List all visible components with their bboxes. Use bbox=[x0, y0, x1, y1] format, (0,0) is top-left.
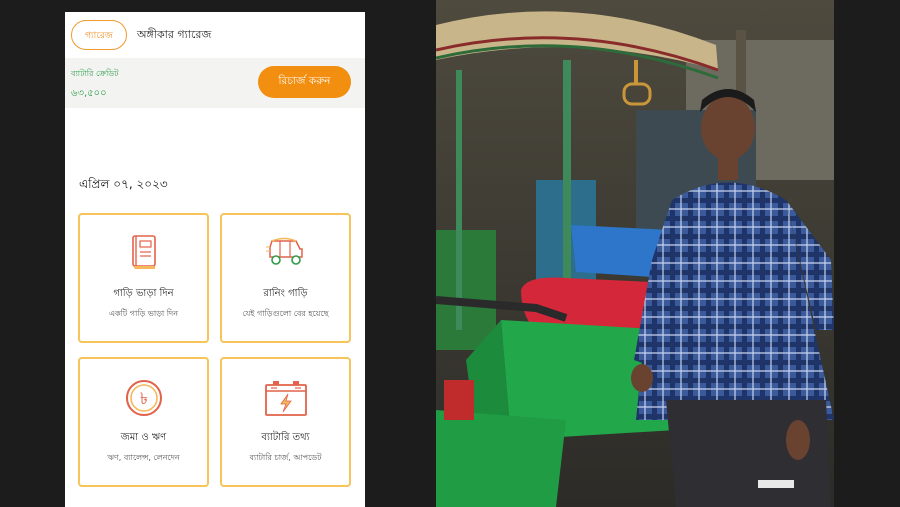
deposit-loan-card[interactable]: ৳ জমা ও ঋণ ঋণ, ব্যালেন্স, লেনদেন bbox=[78, 357, 209, 487]
recharge-button[interactable]: রিচার্জ করুন bbox=[258, 66, 351, 98]
card-title: গাড়ি ভাড়া দিন bbox=[113, 288, 174, 299]
battery-credit-bar: ব্যাটারি ক্রেডিট ৬৩,৫০০ রিচার্জ করুন bbox=[65, 58, 365, 108]
card-title: জমা ও ঋণ bbox=[120, 432, 167, 443]
battery-credit-amount: ৬৩,৫০০ bbox=[71, 88, 107, 99]
garage-name: অঙ্গীকার গ্যারেজ bbox=[137, 27, 212, 41]
battery-info-card[interactable]: ব্যাটারি তথ্য ব্যাটারি চার্জ, আপডেট bbox=[220, 357, 351, 487]
card-subtitle: যেই গাড়িগুলো বের হয়েছে bbox=[242, 309, 329, 318]
svg-text:৳: ৳ bbox=[140, 389, 148, 408]
rent-vehicle-card[interactable]: গাড়ি ভাড়া দিন একটি গাড়ি ভাড়া দিন bbox=[78, 213, 209, 343]
garage-photo bbox=[436, 0, 834, 507]
card-subtitle: একটি গাড়ি ভাড়া দিন bbox=[108, 309, 179, 318]
book-icon bbox=[131, 235, 157, 275]
taka-coin-icon: ৳ bbox=[125, 379, 163, 421]
screenshot-canvas: গ্যারেজ অঙ্গীকার গ্যারেজ ব্যাটারি ক্রেডি… bbox=[0, 0, 900, 507]
garage-chip[interactable]: গ্যারেজ bbox=[71, 20, 127, 50]
app-header: গ্যারেজ অঙ্গীকার গ্যারেজ bbox=[65, 12, 365, 58]
auto-rickshaw-icon bbox=[265, 235, 306, 271]
card-subtitle: ঋণ, ব্যালেন্স, লেনদেন bbox=[107, 453, 180, 462]
card-subtitle: ব্যাটারি চার্জ, আপডেট bbox=[249, 453, 322, 462]
current-date: এপ্রিল ০৭, ২০২৩ bbox=[79, 177, 168, 191]
battery-credit-label: ব্যাটারি ক্রেডিট bbox=[71, 69, 119, 78]
card-title: ব্যাটারি তথ্য bbox=[261, 432, 310, 443]
battery-icon bbox=[264, 379, 308, 421]
card-title: রানিং গাড়ি bbox=[263, 288, 308, 299]
mobile-app-screen: গ্যারেজ অঙ্গীকার গ্যারেজ ব্যাটারি ক্রেডি… bbox=[65, 12, 365, 507]
running-vehicles-card[interactable]: রানিং গাড়ি যেই গাড়িগুলো বের হয়েছে bbox=[220, 213, 351, 343]
